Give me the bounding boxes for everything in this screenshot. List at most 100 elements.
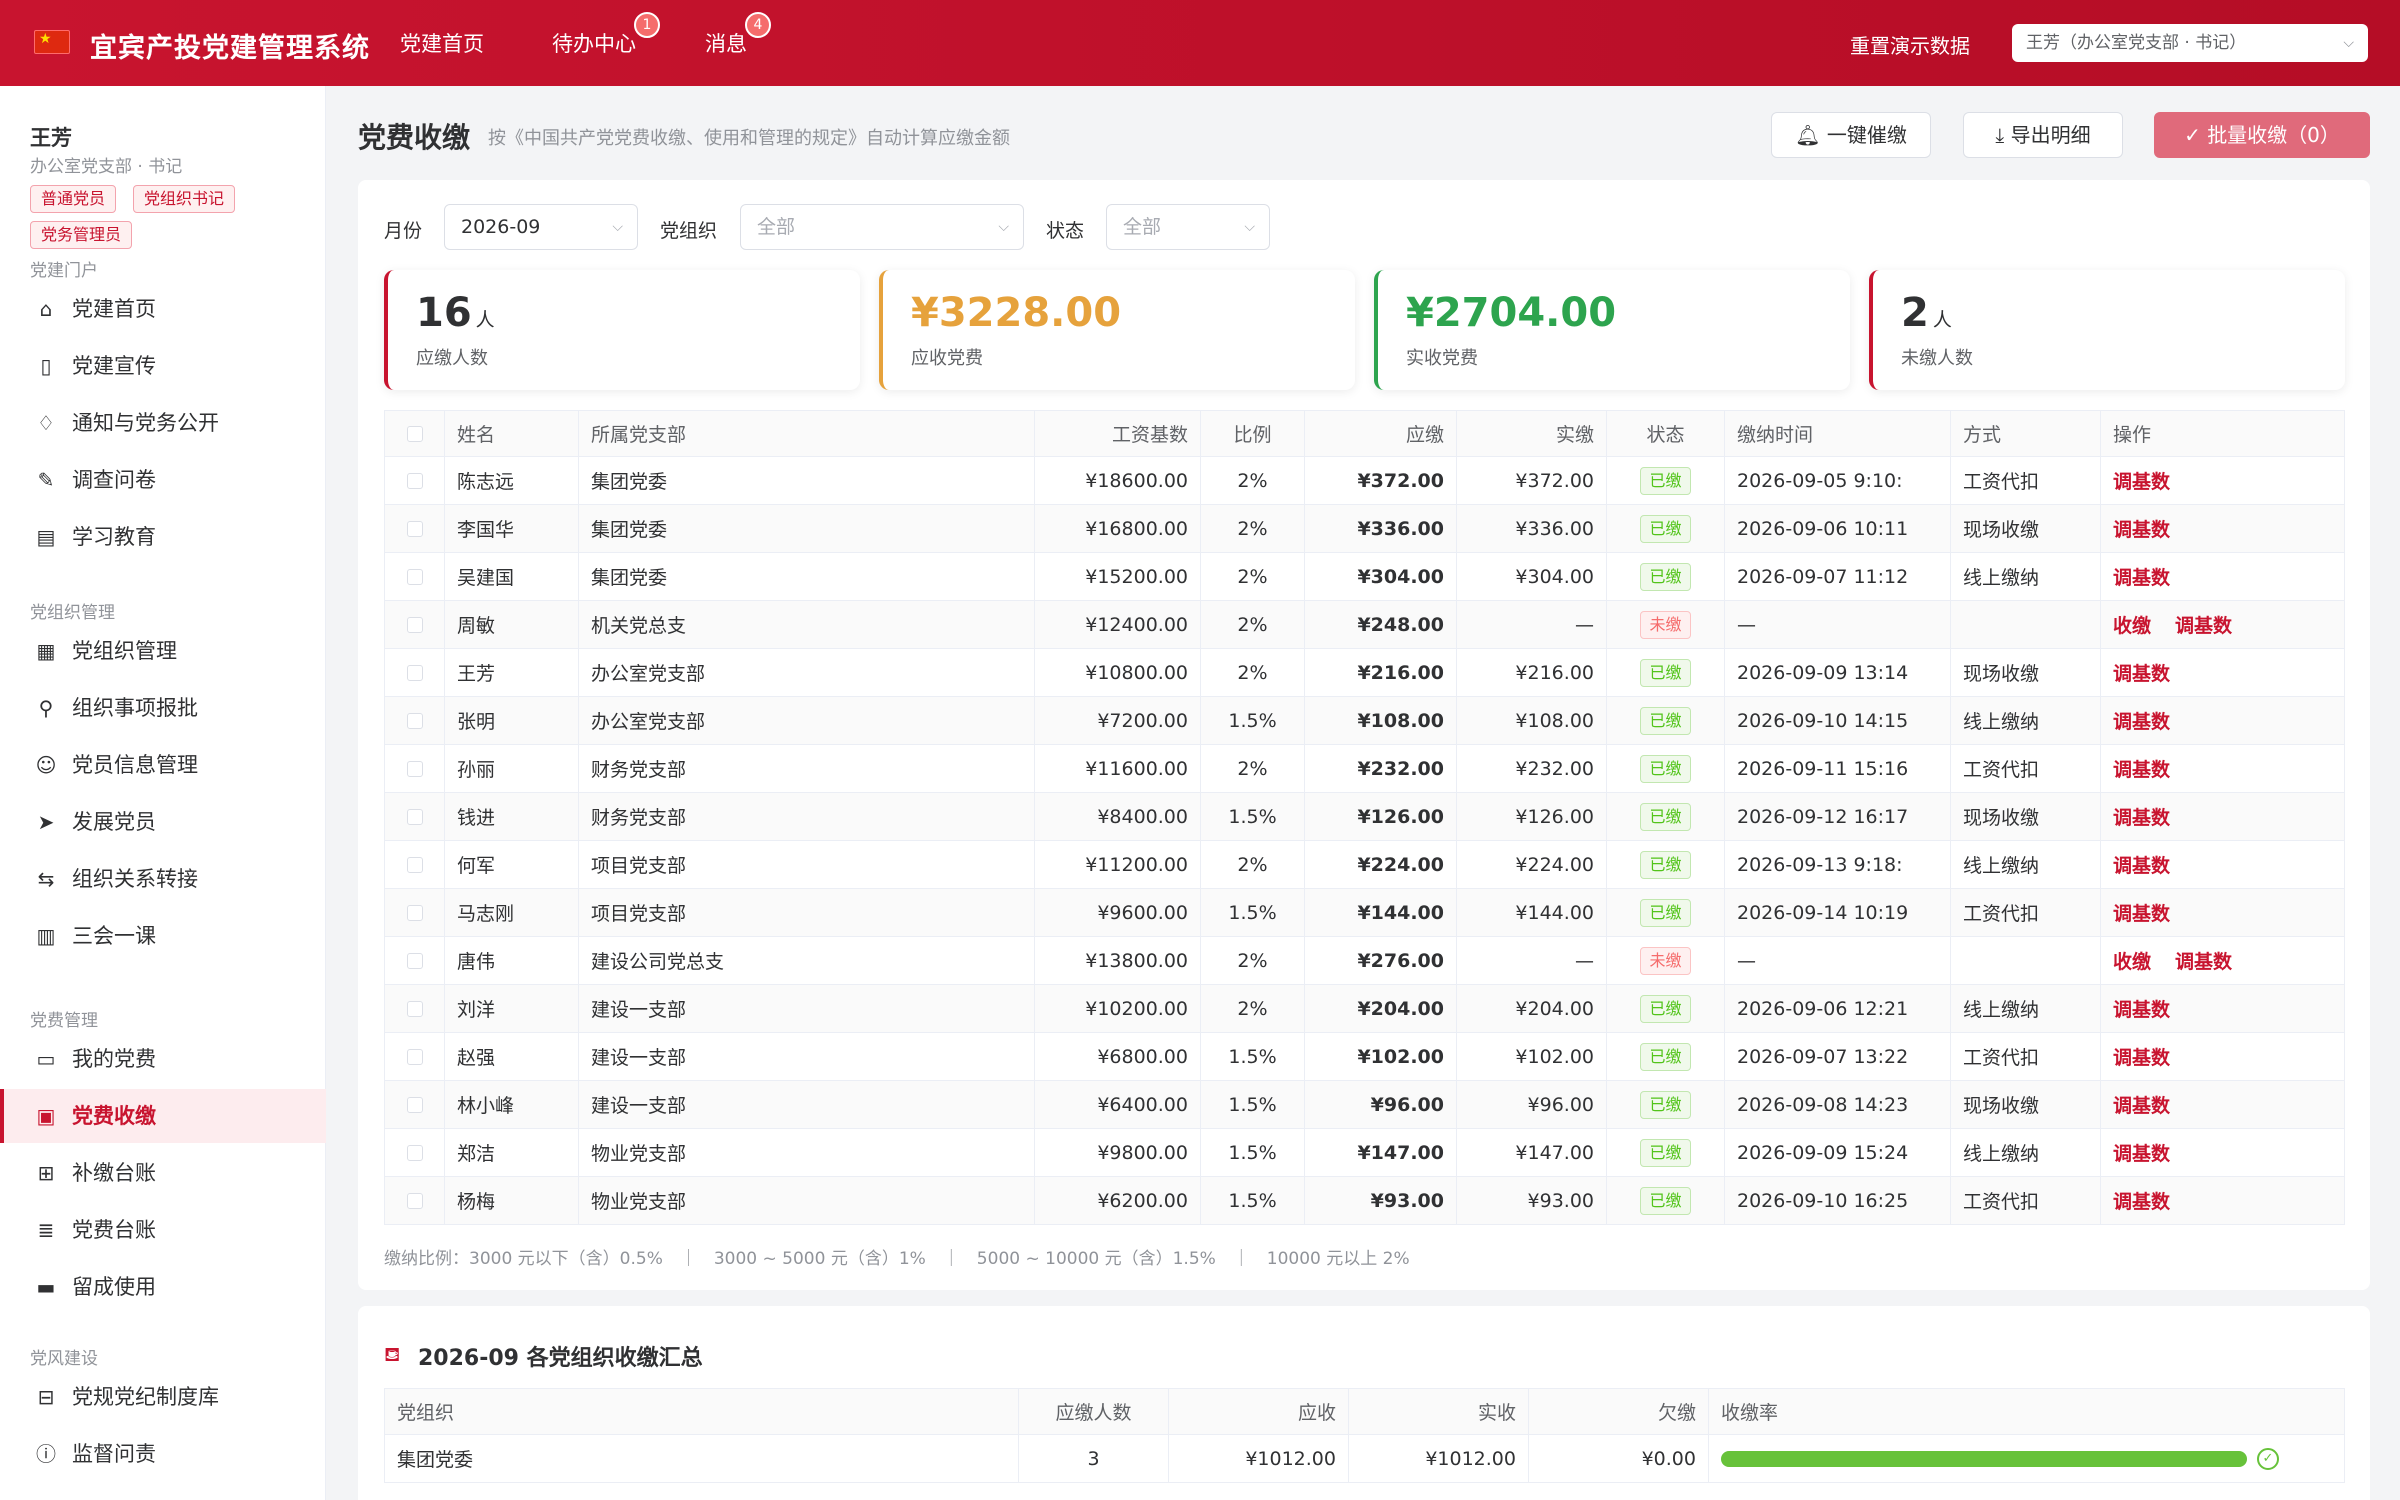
- status-badge: 已缴: [1640, 898, 1691, 927]
- cell-time: —: [1724, 600, 1951, 649]
- cell-branch: 建设公司党总支: [578, 936, 1035, 985]
- reset-demo-button[interactable]: 重置演示数据: [1850, 30, 1970, 59]
- row-checkbox[interactable]: [406, 569, 423, 585]
- remind-all-button[interactable]: 🔔︎ 一键催缴: [1771, 112, 1931, 158]
- adjust-base-button[interactable]: 调基数: [2175, 951, 2232, 973]
- batch-collect-button[interactable]: ✓ 批量收缴（0）: [2154, 112, 2370, 158]
- adjust-base-button[interactable]: 调基数: [2113, 663, 2170, 685]
- sidebar-item[interactable]: ≣ 党费台账: [0, 1203, 326, 1257]
- col-name[interactable]: 姓名: [444, 410, 579, 457]
- cell-method: 工资代扣: [1950, 744, 2101, 793]
- col-ratio[interactable]: 比例: [1200, 410, 1305, 457]
- adjust-base-button[interactable]: 调基数: [2113, 1191, 2170, 1213]
- select-all-checkbox[interactable]: [406, 426, 423, 442]
- month-select[interactable]: 2026-09 ⌵: [444, 204, 638, 250]
- col-time[interactable]: 缴纳时间: [1724, 410, 1951, 457]
- cell-base: ¥8400.00: [1034, 792, 1201, 841]
- sidebar-item[interactable]: ⊟ 党规党纪制度库: [0, 1370, 326, 1424]
- cell-ratio: 1.5%: [1200, 696, 1305, 745]
- row-checkbox[interactable]: [406, 809, 423, 825]
- col-due[interactable]: 应缴: [1304, 410, 1457, 457]
- cell-branch: 集团党委: [578, 552, 1035, 601]
- sidebar-item[interactable]: ⚲ 组织事项报批: [0, 681, 326, 735]
- cell-ratio: 1.5%: [1200, 1080, 1305, 1129]
- adjust-base-button[interactable]: 调基数: [2113, 759, 2170, 781]
- adjust-base-button[interactable]: 调基数: [2113, 903, 2170, 925]
- cell-name: 李国华: [444, 504, 579, 553]
- sidebar-item[interactable]: ⊞ 补缴台账: [0, 1146, 326, 1200]
- row-checkbox[interactable]: [406, 1049, 423, 1065]
- sidebar-item[interactable]: ♢ 通知与党务公开: [0, 396, 326, 450]
- cell-ratio: 2%: [1200, 600, 1305, 649]
- cell-method: 工资代扣: [1950, 456, 2101, 505]
- cell-rate: ✓: [1708, 1434, 2345, 1483]
- sidebar-item-label: 党费收缴: [72, 1104, 156, 1128]
- adjust-base-button[interactable]: 调基数: [2113, 807, 2170, 829]
- adjust-base-button[interactable]: 调基数: [2113, 1047, 2170, 1069]
- cell-due: ¥232.00: [1304, 744, 1457, 793]
- status-badge: 已缴: [1640, 994, 1691, 1023]
- status-badge: 未缴: [1640, 610, 1691, 639]
- adjust-base-button[interactable]: 调基数: [2113, 711, 2170, 733]
- col-branch[interactable]: 所属党支部: [578, 410, 1035, 457]
- adjust-base-button[interactable]: 调基数: [2113, 1143, 2170, 1165]
- adjust-base-button[interactable]: 调基数: [2175, 615, 2232, 637]
- row-checkbox[interactable]: [406, 1097, 423, 1113]
- sidebar-item[interactable]: ▣ 党费收缴: [0, 1089, 326, 1143]
- cell-time: 2026-09-10 14:15: [1724, 696, 1951, 745]
- adjust-base-button[interactable]: 调基数: [2113, 471, 2170, 493]
- sidebar-item[interactable]: ✎ 调查问卷: [0, 453, 326, 507]
- adjust-base-button[interactable]: 调基数: [2113, 1095, 2170, 1117]
- cell-method: 现场收缴: [1950, 648, 2101, 697]
- row-checkbox[interactable]: [406, 1145, 423, 1161]
- sidebar-item[interactable]: ▦ 党组织管理: [0, 624, 326, 678]
- row-checkbox[interactable]: [406, 617, 423, 633]
- role-tag: 党组织书记: [133, 185, 236, 213]
- org-select[interactable]: 全部 ⌵: [740, 204, 1024, 250]
- sidebar-item[interactable]: ▥ 三会一课: [0, 909, 326, 963]
- adjust-base-button[interactable]: 调基数: [2113, 567, 2170, 589]
- sidebar-item[interactable]: ▬ 留成使用: [0, 1260, 326, 1314]
- col-paid[interactable]: 实缴: [1456, 410, 1607, 457]
- row-checkbox[interactable]: [406, 473, 423, 489]
- user-switch-select[interactable]: 王芳（办公室党支部 · 书记） ⌵: [2012, 24, 2368, 62]
- cell-time: 2026-09-14 10:19: [1724, 888, 1951, 937]
- sidebar-item[interactable]: ⇆ 组织关系转接: [0, 852, 326, 906]
- row-checkbox[interactable]: [406, 1001, 423, 1017]
- sidebar-item[interactable]: ⓘ 监督问责: [0, 1427, 326, 1481]
- row-checkbox[interactable]: [406, 761, 423, 777]
- role-tag: 普通党员: [30, 185, 117, 213]
- col-base[interactable]: 工资基数: [1034, 410, 1201, 457]
- adjust-base-button[interactable]: 调基数: [2113, 855, 2170, 877]
- nav-todo[interactable]: 待办中心 1: [552, 12, 660, 58]
- cell-branch: 集团党委: [578, 504, 1035, 553]
- col-status[interactable]: 状态: [1606, 410, 1725, 457]
- row-checkbox[interactable]: [406, 521, 423, 537]
- status-select[interactable]: 全部 ⌵: [1106, 204, 1270, 250]
- row-checkbox[interactable]: [406, 713, 423, 729]
- col-method[interactable]: 方式: [1950, 410, 2101, 457]
- adjust-base-button[interactable]: 调基数: [2113, 519, 2170, 541]
- cell-base: ¥6200.00: [1034, 1176, 1201, 1225]
- row-checkbox[interactable]: [406, 1193, 423, 1209]
- cell-name: 杨梅: [444, 1176, 579, 1225]
- cell-base: ¥13800.00: [1034, 936, 1201, 985]
- collect-button[interactable]: 收缴: [2113, 951, 2151, 973]
- row-checkbox[interactable]: [406, 905, 423, 921]
- nav-home[interactable]: 党建首页: [400, 28, 484, 58]
- home-icon: ⌂: [39, 297, 53, 321]
- collect-button[interactable]: 收缴: [2113, 615, 2151, 637]
- sidebar-item[interactable]: ☺ 党员信息管理: [0, 738, 326, 792]
- check-icon: ✓: [2184, 123, 2208, 147]
- adjust-base-button[interactable]: 调基数: [2113, 999, 2170, 1021]
- nav-messages[interactable]: 消息 4: [705, 12, 771, 58]
- sidebar-item[interactable]: ➤ 发展党员: [0, 795, 326, 849]
- row-checkbox[interactable]: [406, 953, 423, 969]
- row-checkbox[interactable]: [406, 857, 423, 873]
- sidebar-item[interactable]: ▭ 我的党费: [0, 1032, 326, 1086]
- sidebar-item[interactable]: ▯ 党建宣传: [0, 339, 326, 393]
- sidebar-item[interactable]: ▤ 学习教育: [0, 510, 326, 564]
- sidebar-item[interactable]: ⌂ 党建首页: [0, 282, 326, 336]
- row-checkbox[interactable]: [406, 665, 423, 681]
- export-button[interactable]: ⤓ 导出明细: [1963, 112, 2123, 158]
